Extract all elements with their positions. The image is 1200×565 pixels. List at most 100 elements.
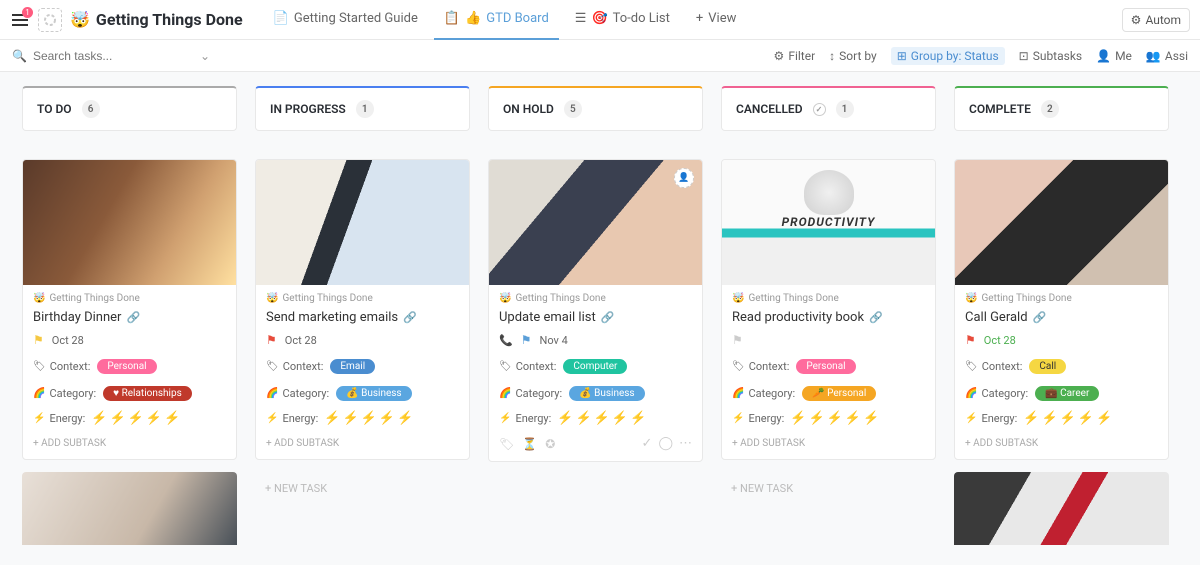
- card-cover: [489, 160, 702, 285]
- button-label: Autom: [1145, 13, 1181, 27]
- flag-icon[interactable]: ⚑: [33, 333, 44, 347]
- sort-icon: ↕: [829, 49, 835, 63]
- context-label: 🏷Context:: [965, 360, 1022, 373]
- energy-label: ⚡Energy:: [499, 412, 551, 425]
- flag-icon[interactable]: ⚑: [965, 333, 976, 347]
- tag-action-icon[interactable]: 🏷: [499, 437, 514, 451]
- check-circle-icon: ✓: [813, 103, 826, 116]
- context-label: 🏷Context:: [33, 360, 90, 373]
- context-label: 🏷Context:: [499, 360, 556, 373]
- column-header-todo[interactable]: TO DO 6: [22, 86, 237, 131]
- column-header-complete[interactable]: COMPLETE 2: [954, 86, 1169, 131]
- context-tag[interactable]: Personal: [796, 359, 855, 374]
- task-card[interactable]: PRODUCTIVITY 🤯Getting Things Done Read p…: [721, 159, 936, 460]
- breadcrumb: 🤯Getting Things Done: [732, 293, 925, 304]
- flag-icon[interactable]: ⚑: [266, 333, 277, 347]
- filter-button[interactable]: ⚙Filter: [774, 49, 816, 63]
- add-subtask-button[interactable]: + ADD SUBTASK: [33, 438, 226, 449]
- link-icon: 🔗: [1033, 311, 1047, 324]
- tag-icon: 🏷: [499, 361, 512, 372]
- context-tag[interactable]: Email: [330, 359, 375, 374]
- column-title: COMPLETE: [969, 102, 1031, 116]
- folder-icon: 🤯: [33, 293, 45, 304]
- bolt-icon: ⚡: [732, 413, 744, 424]
- due-date: Oct 28: [285, 334, 317, 347]
- column-todo: TO DO 6 🤯Getting Things Done Birthday Di…: [22, 86, 237, 545]
- subtasks-button[interactable]: ⊡Subtasks: [1019, 49, 1082, 63]
- tab-add-view[interactable]: + View: [686, 0, 747, 40]
- sort-button[interactable]: ↕Sort by: [829, 49, 877, 63]
- menu-icon[interactable]: 1: [10, 10, 30, 30]
- category-tag[interactable]: 💰 Business: [569, 386, 644, 401]
- circle-icon[interactable]: ◯: [658, 436, 673, 451]
- category-tag[interactable]: 🥕 Personal: [802, 386, 876, 401]
- check-icon[interactable]: ✓: [642, 436, 653, 451]
- new-task-button[interactable]: + NEW TASK: [721, 472, 936, 505]
- target-icon: 🎯: [591, 11, 607, 26]
- more-icon[interactable]: ⋯: [679, 436, 692, 451]
- category-tag[interactable]: 💰 Business: [336, 386, 411, 401]
- context-tag[interactable]: Personal: [97, 359, 156, 374]
- column-on-hold: ON HOLD 5 👤 🤯Getting Things Done Update …: [488, 86, 703, 545]
- column-header-inprogress[interactable]: IN PROGRESS 1: [255, 86, 470, 131]
- folder-icon: 🤯: [965, 293, 977, 304]
- context-label: 🏷Context:: [732, 360, 789, 373]
- tab-gtd-board[interactable]: 📋 👍 GTD Board: [434, 0, 559, 40]
- star-icon[interactable]: ✪: [545, 437, 555, 451]
- group-by-button[interactable]: ⊞Group by: Status: [891, 47, 1005, 65]
- flag-icon[interactable]: ⚑: [732, 333, 743, 347]
- card-title: Update email list: [499, 310, 596, 325]
- tab-getting-started[interactable]: 📄 Getting Started Guide: [263, 0, 428, 40]
- card-cover: [955, 160, 1168, 285]
- column-title: TO DO: [37, 102, 72, 116]
- category-label: 🌈Category:: [33, 387, 96, 400]
- task-card[interactable]: 🤯Getting Things Done Send marketing emai…: [255, 159, 470, 460]
- phone-icon: 📞: [499, 334, 513, 347]
- context-tag[interactable]: Computer: [563, 359, 627, 374]
- page-title: Getting Things Done: [96, 10, 243, 29]
- column-in-progress: IN PROGRESS 1 🤯Getting Things Done Send …: [255, 86, 470, 545]
- rainbow-icon: 🌈: [499, 388, 511, 399]
- column-header-cancelled[interactable]: CANCELLED ✓ 1: [721, 86, 936, 131]
- task-card-peek[interactable]: [954, 472, 1169, 545]
- energy-label: ⚡Energy:: [33, 412, 85, 425]
- energy-value: ⚡⚡⚡⚡⚡: [324, 411, 413, 426]
- folder-icon: 🤯: [499, 293, 511, 304]
- column-header-onhold[interactable]: ON HOLD 5: [488, 86, 703, 131]
- top-bar: 1 🤯 Getting Things Done 📄 Getting Starte…: [0, 0, 1200, 40]
- tab-label: Getting Started Guide: [294, 11, 418, 26]
- add-subtask-button[interactable]: + ADD SUBTASK: [965, 438, 1158, 449]
- flag-icon[interactable]: ⚑: [521, 333, 532, 347]
- rainbow-icon: 🌈: [732, 388, 744, 399]
- search-input[interactable]: [33, 49, 153, 63]
- tag-icon: 🏷: [266, 361, 279, 372]
- timer-icon[interactable]: ⏳: [522, 437, 537, 451]
- task-card[interactable]: 👤 🤯Getting Things Done Update email list…: [488, 159, 703, 462]
- category-tag[interactable]: ♥ Relationships: [103, 386, 192, 401]
- context-tag[interactable]: Call: [1029, 359, 1066, 374]
- tab-label: To-do List: [613, 11, 670, 26]
- bolt-icon: ⚡: [499, 413, 511, 424]
- assignee-button[interactable]: 👥Assi: [1146, 49, 1188, 63]
- me-button[interactable]: 👤Me: [1096, 49, 1132, 63]
- breadcrumb: 🤯Getting Things Done: [33, 293, 226, 304]
- new-task-button[interactable]: + NEW TASK: [255, 472, 470, 505]
- context-label: 🏷Context:: [266, 360, 323, 373]
- task-card[interactable]: 🤯Getting Things Done Birthday Dinner🔗 ⚑O…: [22, 159, 237, 460]
- task-card-peek[interactable]: [22, 472, 237, 545]
- filter-bar: 🔍 ⌄ ⚙Filter ↕Sort by ⊞Group by: Status ⊡…: [0, 40, 1200, 72]
- automations-button[interactable]: ⚙ Autom: [1122, 8, 1190, 32]
- column-cancelled: CANCELLED ✓ 1 PRODUCTIVITY 🤯Getting Thin…: [721, 86, 936, 545]
- chevron-down-icon[interactable]: ⌄: [200, 49, 210, 63]
- energy-value: ⚡⚡⚡⚡⚡: [1023, 411, 1112, 426]
- assign-button[interactable]: 👤: [674, 168, 694, 188]
- doc-icon: 📄: [273, 11, 289, 26]
- tab-todo-list[interactable]: ☰ 🎯 To-do List: [565, 0, 680, 40]
- add-subtask-button[interactable]: + ADD SUBTASK: [266, 438, 459, 449]
- rainbow-icon: 🌈: [266, 388, 278, 399]
- add-subtask-button[interactable]: + ADD SUBTASK: [732, 438, 925, 449]
- task-card[interactable]: 🤯Getting Things Done Call Gerald🔗 ⚑Oct 2…: [954, 159, 1169, 460]
- category-tag[interactable]: 💼 Career: [1035, 386, 1099, 401]
- column-complete: COMPLETE 2 🤯Getting Things Done Call Ger…: [954, 86, 1169, 545]
- page-emoji: 🤯: [70, 10, 90, 29]
